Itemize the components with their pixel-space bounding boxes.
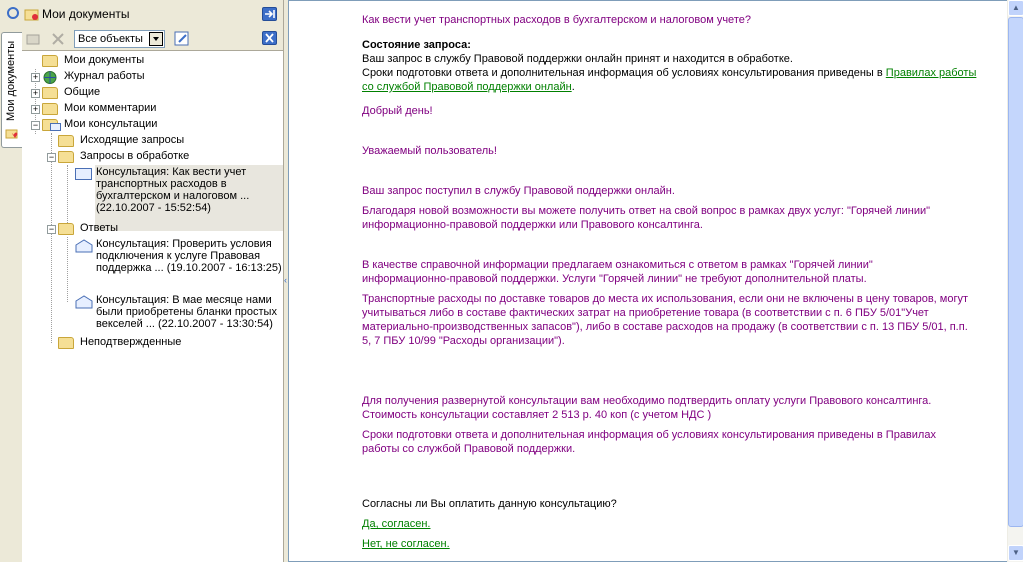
vertical-tab-strip: Мои документы [0,0,22,562]
folder-icon [58,223,74,235]
pin-icon [265,10,275,18]
new-folder-icon[interactable] [26,31,42,47]
folder-icon [58,337,74,349]
opportunity-line-2: информационно-правовой поддержки или Пра… [362,219,703,231]
collapse-icon[interactable]: − [47,153,56,162]
expand-icon[interactable]: + [31,73,40,82]
close-panel-button[interactable] [262,31,277,45]
terms-line-1: Сроки подготовки ответа и дополнительная… [362,429,936,441]
tree-item-answers[interactable]: − Ответы [46,221,266,237]
status-terms-text: Сроки подготовки ответа и дополнительная… [362,67,886,79]
folder-icon [58,151,74,163]
terms-line-2: работы со службой Правовой поддержки. [362,443,576,455]
delete-icon[interactable] [50,31,66,47]
opportunity-line-1: Благодаря новой возможности вы можете по… [362,205,931,217]
tree-item-label: Мои консультации [64,118,158,130]
close-icon [265,33,274,43]
tree-item-label: Неподтвержденные [80,336,182,348]
dropdown-button[interactable] [149,32,163,46]
tree-item-label: Журнал работы [64,70,145,82]
sync-icon[interactable] [6,6,20,20]
tree-item-label: Исходящие запросы [80,134,185,146]
my-documents-panel: Мои документы Все объекты Мои документы … [7,0,283,562]
tab-my-documents-label: Мои документы [5,40,17,121]
tree-item-journal[interactable]: + Журнал работы [30,69,260,85]
open-envelope-icon [75,295,93,309]
agree-yes-link[interactable]: Да, согласен. [362,517,430,531]
tree-item-label: Консультация: Как вести учет транспортны… [96,166,250,214]
scroll-down-button[interactable]: ▼ [1008,545,1023,561]
collapse-icon[interactable]: − [47,225,56,234]
tree-item-label: Ответы [80,222,119,234]
tree-item-general[interactable]: + Общие [30,85,260,101]
greeting: Добрый день! [362,105,433,117]
collapse-icon[interactable]: − [31,121,40,130]
received-text: Ваш запрос поступил в службу Правовой по… [362,185,675,197]
consultation-document: Как вести учет транспортных расходов в б… [288,0,1008,562]
expand-icon[interactable]: + [31,105,40,114]
status-terms: Сроки подготовки ответа и дополнительная… [362,66,976,80]
panel-header: Мои документы [7,4,283,24]
folder-icon [58,135,74,147]
tree-item-label: Консультация: Проверить условия подключе… [96,238,282,274]
folder-icon [42,55,58,67]
tree-line [67,237,68,302]
tree-item-label: Мои комментарии [64,102,157,114]
status-heading: Состояние запроса: [362,39,471,51]
question-title: Как вести учет транспортных расходов в б… [362,14,751,26]
tab-my-documents[interactable]: Мои документы [1,32,22,148]
chevron-down-icon [153,37,159,41]
tree-item-outgoing[interactable]: Исходящие запросы [56,133,266,149]
edit-properties-icon[interactable] [174,30,191,47]
collapse-arrow-icon[interactable]: ‹ [284,275,287,285]
tree-item-comments[interactable]: + Мои комментарии [30,101,260,117]
tree-item-unconfirmed[interactable]: Неподтвержденные [56,335,266,351]
scroll-up-button[interactable]: ▲ [1008,0,1023,16]
tree-item-my-documents[interactable]: Мои документы [40,53,260,69]
tree-item-consultations[interactable]: − Мои консультации [30,117,260,133]
envelope-icon [75,168,92,180]
documents-tree: Мои документы + Журнал работы + Общие + … [22,50,283,562]
open-envelope-icon [75,239,93,253]
panel-toolbar: Все объекты [22,28,283,50]
dear-user: Уважаемый пользователь! [362,145,497,157]
documents-folder-icon [24,9,39,21]
vertical-scrollbar[interactable]: ▲ ▼ [1007,0,1023,562]
folder-icon [42,87,58,99]
answer-line-3: материально-производственных запасов"), … [362,321,968,333]
expand-icon[interactable]: + [31,89,40,98]
answer-line-2: учитываться либо в составе фактических з… [362,307,929,319]
pin-panel-button[interactable] [262,7,277,21]
scroll-thumb[interactable] [1008,17,1023,527]
folder-icon [42,103,58,115]
status-terms-suffix: . [571,81,575,93]
answer-line-1: Транспортные расходы по доставке товаров… [362,293,969,305]
tree-item-label: Общие [64,86,101,98]
tree-item-answer-connection[interactable]: Консультация: Проверить условия подключе… [72,237,282,289]
extended-line-2: Стоимость консультации составляет 2 513 … [362,409,712,421]
rules-link-cont[interactable]: со службой Правовой поддержки онлайн [362,81,572,93]
filter-value: Все объекты [78,33,143,45]
reference-line-1: В качестве справочной информации предлаг… [362,259,873,271]
agree-question: Согласны ли Вы оплатить данную консульта… [362,498,617,510]
agree-no-link[interactable]: Нет, не согласен. [362,537,450,551]
reference-line-2: информационно-правовой поддержки. Услуги… [362,273,867,285]
panel-title: Мои документы [42,7,130,21]
heart-folder-icon [5,129,18,139]
extended-line-1: Для получения развернутой консультации в… [362,395,932,407]
object-filter-select[interactable]: Все объекты [74,30,165,48]
tree-item-label: Запросы в обработке [80,150,190,162]
globe-icon [43,71,57,84]
tree-item-label: Консультация: В мае месяце нами были при… [96,294,277,330]
status-terms-line-2: со службой Правовой поддержки онлайн. [362,80,575,94]
tree-item-label: Мои документы [64,54,145,66]
status-line: Ваш запрос в службу Правовой поддержки о… [362,53,793,65]
answer-line-4: 5, 7 ПБУ 10/99 "Расходы организации"). [362,335,565,347]
rules-link[interactable]: Правилах работы [886,67,977,79]
envelope-overlay-icon [50,123,61,131]
tree-item-processing[interactable]: − Запросы в обработке [46,149,266,165]
